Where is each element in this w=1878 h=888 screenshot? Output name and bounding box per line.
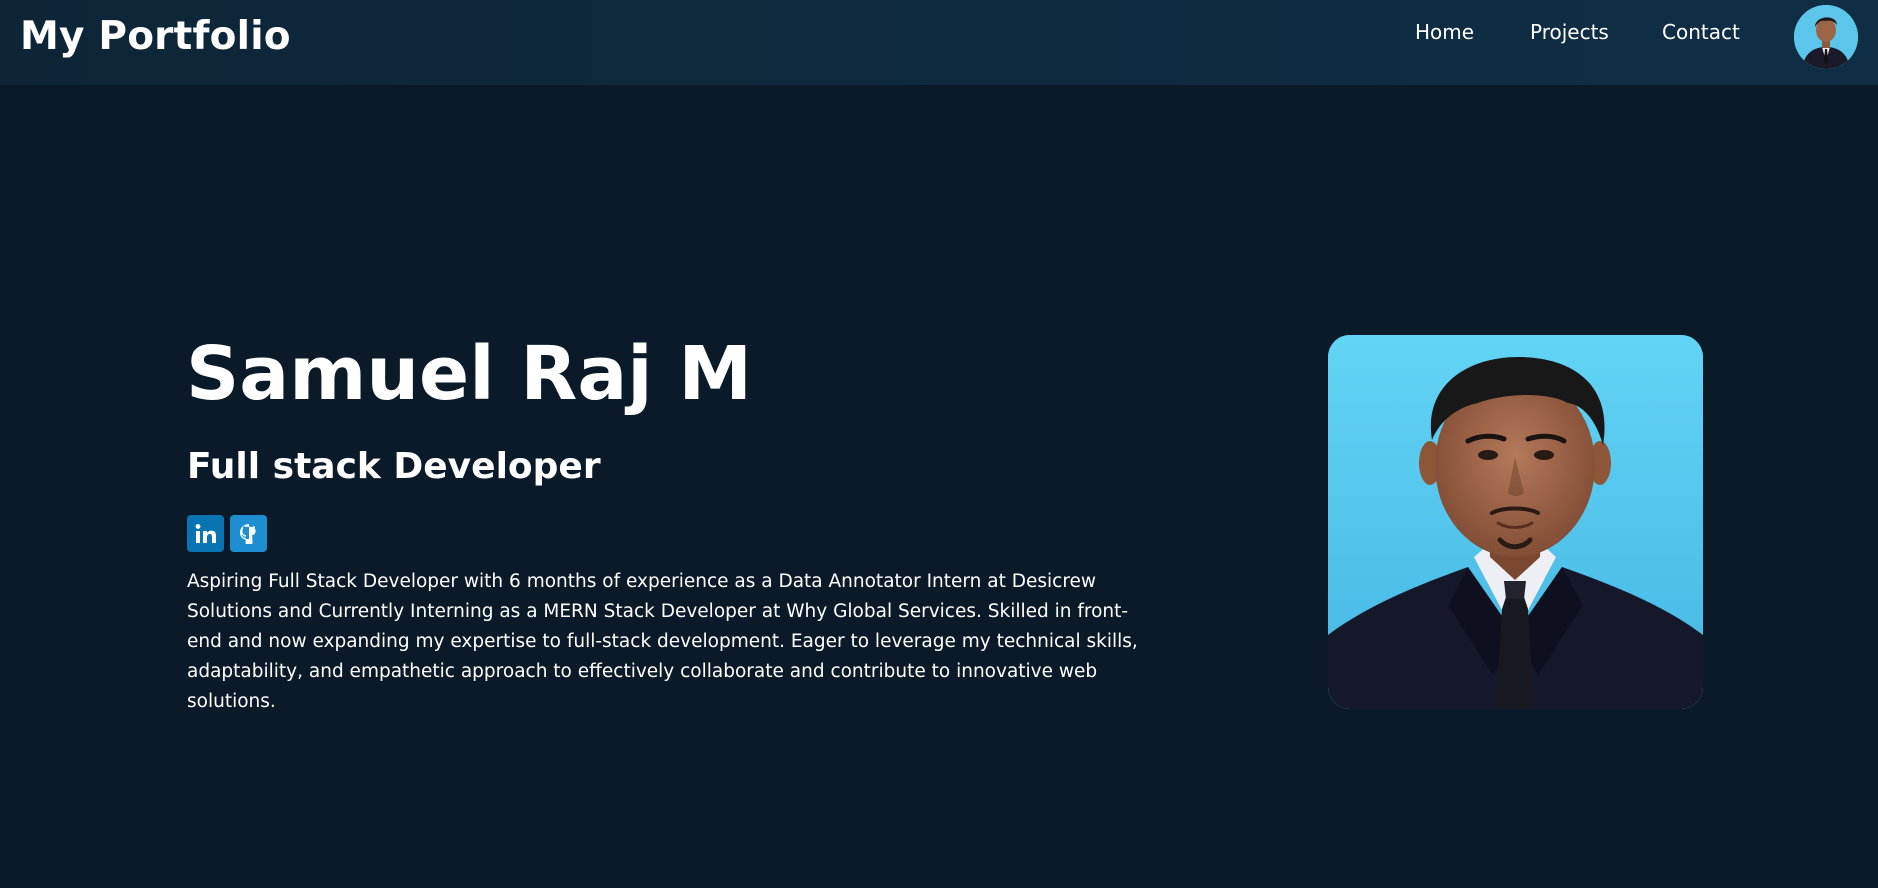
- github-icon: [239, 523, 256, 544]
- site-brand-link[interactable]: My Portfolio: [20, 14, 291, 59]
- hero-role-heading: Full stack Developer: [187, 446, 601, 487]
- profile-portrait-image: [1328, 335, 1703, 709]
- nav-contact-link[interactable]: Contact: [1662, 20, 1740, 44]
- nav-projects-link[interactable]: Projects: [1530, 20, 1609, 44]
- hero-bio-text: Aspiring Full Stack Developer with 6 mon…: [187, 571, 1138, 712]
- social-links: [187, 515, 267, 552]
- github-link[interactable]: [230, 515, 267, 552]
- nav-home-link[interactable]: Home: [1415, 20, 1474, 44]
- hero-name-heading: Samuel Raj M: [186, 331, 753, 417]
- avatar[interactable]: [1794, 5, 1858, 69]
- profile-photo: [1328, 335, 1703, 709]
- linkedin-link[interactable]: [187, 515, 224, 552]
- top-navbar: My Portfolio Home Projects Contact: [0, 0, 1878, 85]
- linkedin-icon: [195, 523, 216, 543]
- avatar-portrait-image: [1794, 5, 1858, 69]
